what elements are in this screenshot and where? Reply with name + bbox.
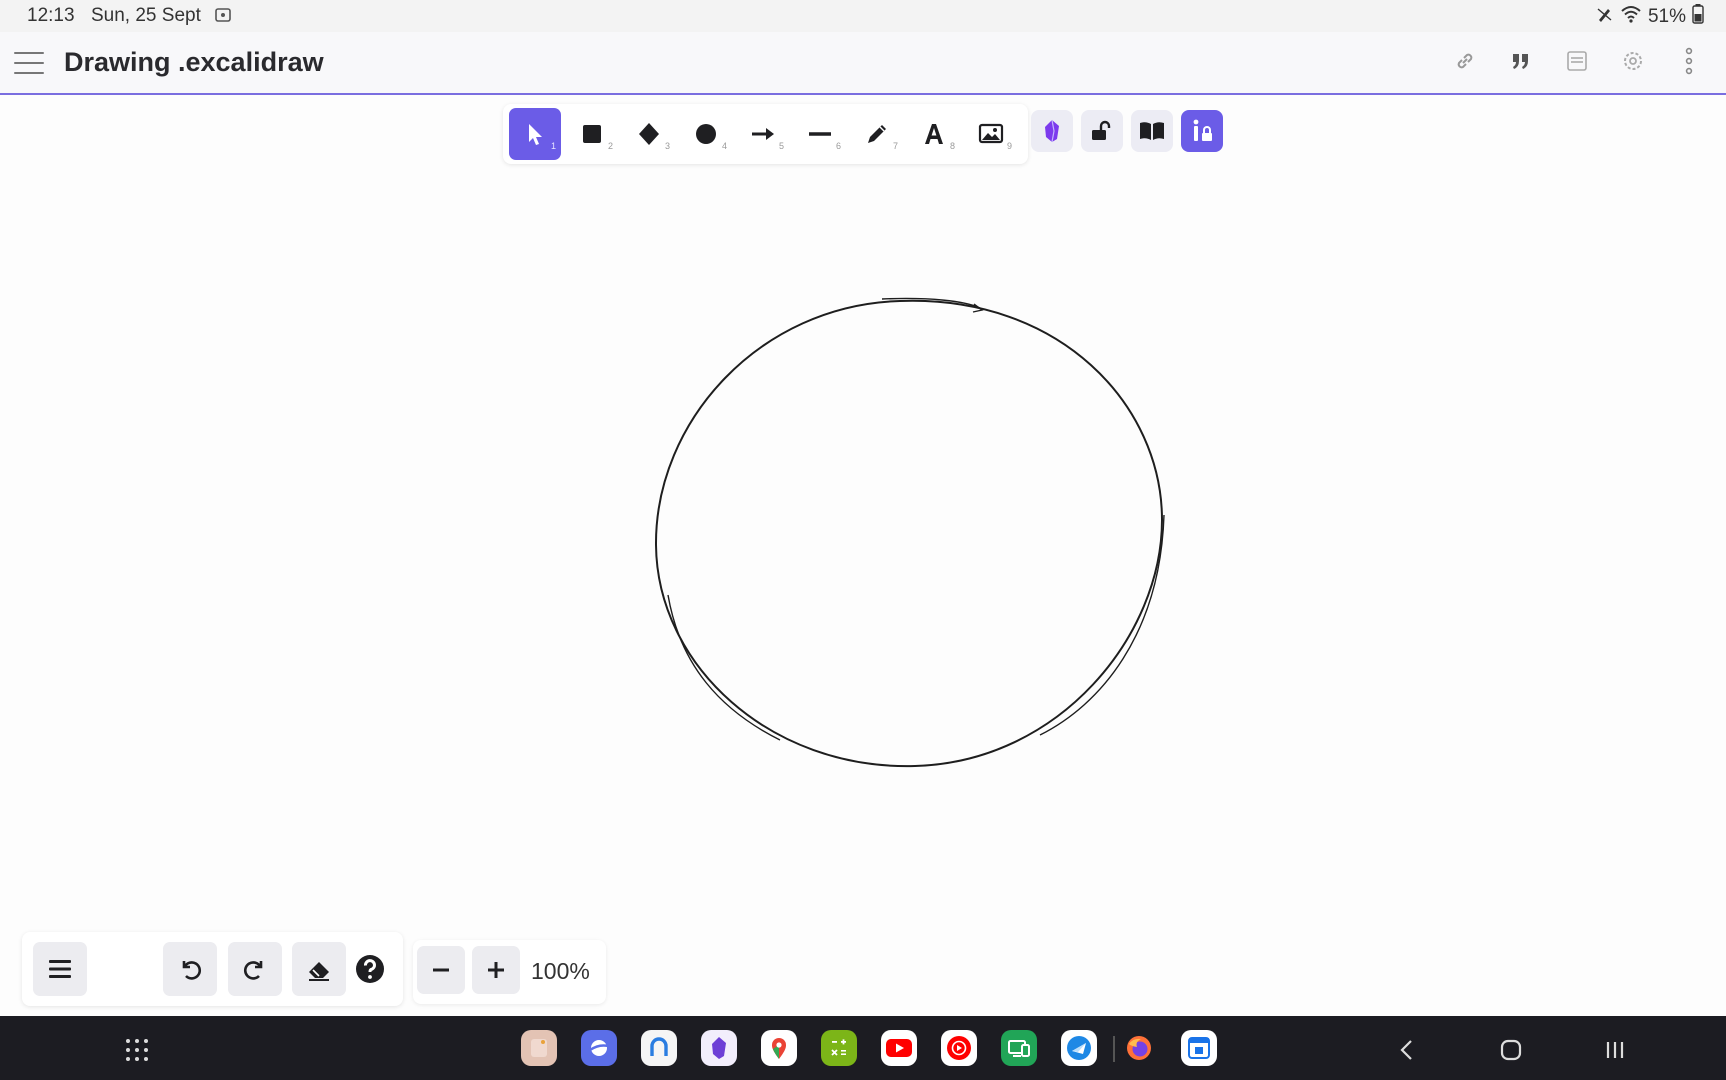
header-actions bbox=[1448, 44, 1706, 78]
tool-key: 6 bbox=[835, 141, 841, 151]
zoom-out-button[interactable] bbox=[417, 946, 465, 994]
draw-tool[interactable]: 7 bbox=[851, 108, 903, 160]
main-menu-button[interactable] bbox=[33, 942, 87, 996]
settings-icon[interactable] bbox=[1616, 44, 1650, 78]
battery-level: 51% bbox=[1647, 6, 1686, 27]
quote-icon[interactable] bbox=[1504, 44, 1538, 78]
status-date: Sun, 25 Sept bbox=[91, 5, 201, 26]
canvas-drawing bbox=[654, 297, 1165, 768]
app-youtube-music-icon[interactable] bbox=[941, 1030, 977, 1066]
app-grid-icon[interactable] bbox=[123, 1036, 151, 1064]
obsidian-icon[interactable] bbox=[1031, 110, 1073, 152]
app-firefox-icon[interactable] bbox=[1121, 1030, 1157, 1066]
toolbar-extras bbox=[1031, 110, 1223, 152]
save-icon[interactable] bbox=[1560, 44, 1594, 78]
more-vertical-icon[interactable] bbox=[1672, 44, 1706, 78]
home-icon[interactable] bbox=[1497, 1036, 1525, 1064]
status-icons: 51% bbox=[1596, 4, 1704, 30]
tool-key: 4 bbox=[721, 141, 727, 151]
info-lock-icon[interactable] bbox=[1181, 110, 1223, 152]
tool-key: 1 bbox=[550, 141, 556, 151]
eraser-button[interactable] bbox=[292, 942, 346, 996]
screenshot-icon bbox=[214, 6, 232, 30]
tool-key: 7 bbox=[892, 141, 898, 151]
arrow-tool[interactable]: 5 bbox=[737, 108, 789, 160]
zoom-level[interactable]: 100% bbox=[531, 958, 590, 985]
bottom-controls bbox=[22, 932, 403, 1006]
sketched-ellipse[interactable] bbox=[654, 299, 1164, 768]
pen-icon bbox=[1596, 5, 1614, 29]
app-obsidian-icon[interactable] bbox=[701, 1030, 737, 1066]
text-tool[interactable]: 8 bbox=[908, 108, 960, 160]
redo-button[interactable] bbox=[228, 942, 282, 996]
status-bar: 12:13 Sun, 25 Sept 51% bbox=[0, 0, 1726, 32]
app-continuity-icon[interactable] bbox=[1001, 1030, 1037, 1066]
image-tool[interactable]: 9 bbox=[965, 108, 1017, 160]
back-icon[interactable] bbox=[1393, 1036, 1421, 1064]
tool-key: 3 bbox=[664, 141, 670, 151]
shape-toolbar: 1 2 3 4 5 6 7 8 9 bbox=[503, 104, 1028, 164]
line-tool[interactable]: 6 bbox=[794, 108, 846, 160]
tool-key: 8 bbox=[949, 141, 955, 151]
rectangle-tool[interactable]: 2 bbox=[566, 108, 618, 160]
page-title: Drawing .excalidraw bbox=[64, 47, 324, 77]
app-browser-icon[interactable] bbox=[581, 1030, 617, 1066]
tool-key: 2 bbox=[607, 141, 613, 151]
app-mail-icon[interactable] bbox=[1061, 1030, 1097, 1066]
ellipse-tool[interactable]: 4 bbox=[680, 108, 732, 160]
zoom-controls: 100% bbox=[413, 940, 606, 1004]
undo-button[interactable] bbox=[163, 942, 217, 996]
app-maps-icon[interactable] bbox=[761, 1030, 797, 1066]
status-time: 12:13 bbox=[27, 5, 75, 26]
app-notes-icon[interactable] bbox=[521, 1030, 557, 1066]
link-icon[interactable] bbox=[1448, 44, 1482, 78]
taskbar-divider bbox=[1113, 1036, 1115, 1062]
hamburger-icon[interactable] bbox=[14, 52, 44, 74]
tool-key: 9 bbox=[1006, 141, 1012, 151]
recents-icon[interactable] bbox=[1601, 1036, 1629, 1064]
system-taskbar bbox=[0, 1016, 1726, 1080]
app-header: Drawing .excalidraw bbox=[0, 32, 1726, 95]
drawing-canvas[interactable] bbox=[0, 165, 1726, 1015]
help-button[interactable] bbox=[343, 942, 397, 996]
app-youtube-icon[interactable] bbox=[881, 1030, 917, 1066]
wifi-icon bbox=[1620, 5, 1642, 29]
app-nomad-icon[interactable] bbox=[641, 1030, 677, 1066]
tool-key: 5 bbox=[778, 141, 784, 151]
zoom-in-button[interactable] bbox=[472, 946, 520, 994]
diamond-tool[interactable]: 3 bbox=[623, 108, 675, 160]
lock-icon[interactable] bbox=[1081, 110, 1123, 152]
app-calendar-icon[interactable] bbox=[1181, 1030, 1217, 1066]
library-icon[interactable] bbox=[1131, 110, 1173, 152]
selection-tool[interactable]: 1 bbox=[509, 108, 561, 160]
app-calculator-icon[interactable] bbox=[821, 1030, 857, 1066]
battery-icon bbox=[1692, 4, 1704, 30]
